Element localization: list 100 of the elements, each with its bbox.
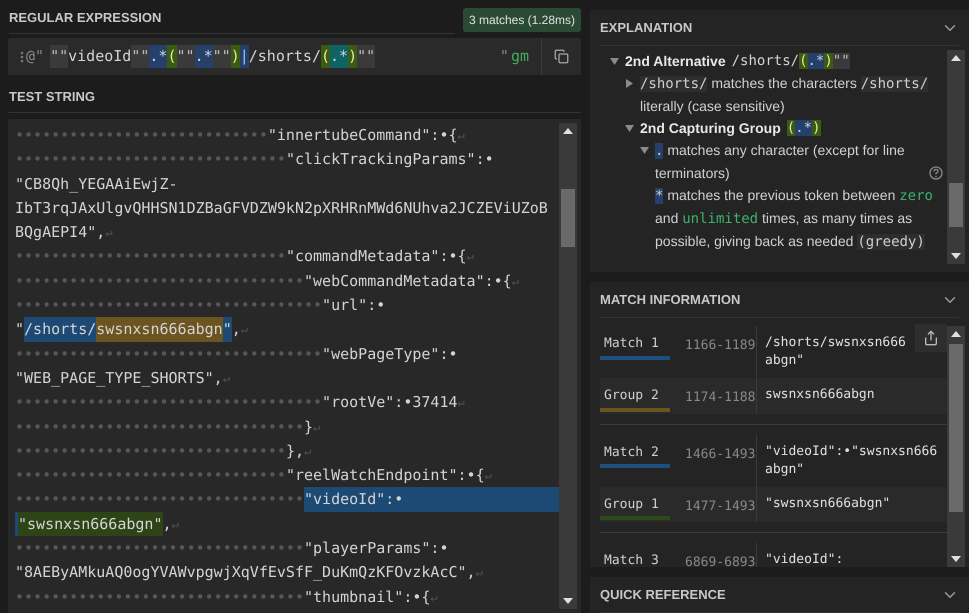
scrollbar-thumb[interactable]: [949, 183, 963, 227]
regex-token: (: [799, 53, 808, 69]
match-label: Match 3: [603, 552, 660, 567]
whitespace-dots: ••••••••••••••••••••••••••••: [15, 125, 268, 146]
code-text: "rootVe":•37414: [322, 392, 458, 414]
group-highlight: swsnxsn666abgn: [96, 317, 223, 342]
code-text: "reelWatchEndpoint":•{: [286, 465, 485, 486]
code-text: }: [304, 416, 314, 438]
line-break-mark: ↵: [466, 248, 474, 266]
line-break-mark: ↵: [458, 394, 465, 412]
code-text: "clickTrackingParams":•: [286, 149, 494, 170]
code-text: "url":•: [322, 295, 386, 316]
code-text: ,: [232, 319, 241, 340]
line-break-mark: ↵: [222, 370, 230, 387]
expand-triangle-icon[interactable]: [625, 79, 634, 88]
code-text: "innertubeCommand":•{: [268, 125, 458, 146]
explanation-heading: 2nd Alternative: [625, 52, 726, 71]
export-button[interactable]: [915, 324, 947, 352]
regex-delimiter: ": [500, 46, 509, 68]
help-icon[interactable]: [929, 166, 943, 180]
section-title: TEST STRING: [9, 88, 95, 106]
test-string-editor[interactable]: [8, 119, 581, 613]
scrollbar[interactable]: [947, 50, 965, 264]
code-text: },: [286, 440, 304, 462]
code-text: "CB8Qh_YEGAAiEwjZ-: [15, 174, 178, 195]
regex-flags[interactable]: gm: [510, 45, 529, 68]
whitespace-dots: ••••••••••••••••••••••••••••••: [15, 465, 286, 486]
regex-token: "": [212, 45, 231, 68]
line-break-mark: ↵: [105, 224, 113, 242]
regex-token: "": [832, 53, 850, 69]
line-break-mark: ↵: [484, 467, 492, 484]
line-break-mark: ↵: [304, 442, 312, 460]
line-break-mark: ↵: [512, 272, 519, 290]
regex-delimiter: @": [26, 46, 44, 68]
scrollbar-thumb[interactable]: [561, 189, 575, 247]
panel-title: EXPLANATION: [600, 18, 692, 37]
scroll-up-arrow-icon[interactable]: [951, 55, 961, 61]
whitespace-dots: ••••••••••••••••••••••••••••••••••: [15, 344, 322, 365]
regex-token: "": [176, 45, 195, 68]
whitespace-dots: ••••••••••••••••••••••••••••••••: [15, 270, 304, 292]
code-text: ": [15, 319, 24, 340]
group-label: Group 2: [603, 387, 660, 405]
match-value: "videoId":: [765, 551, 844, 567]
regex-token: "": [131, 45, 150, 68]
regex-token: ): [812, 120, 820, 136]
scrollbar-thumb[interactable]: [949, 344, 963, 512]
regex-token: videoId: [68, 46, 132, 68]
code-text: "playerParams":•: [304, 538, 448, 560]
code-text: BQgAEPI4",: [15, 222, 106, 244]
regex-token: "": [50, 45, 68, 68]
panel-title: MATCH INFORMATION: [600, 290, 740, 309]
whitespace-dots: ••••••••••••••••••••••••••••••••: [15, 586, 304, 608]
scroll-down-arrow-icon[interactable]: [951, 253, 961, 259]
scroll-up-arrow-icon[interactable]: [951, 331, 961, 337]
collapse-triangle-icon[interactable]: [625, 124, 634, 133]
code-text: "webPageType":•: [322, 344, 458, 365]
match-range: 6869-6893: [684, 554, 756, 567]
copy-icon[interactable]: [554, 49, 569, 64]
match-value: /shorts/swsnxsn666abgn": [765, 334, 907, 370]
line-break-mark: ↵: [430, 588, 438, 606]
whitespace-dots: ••••••••••••••••••••••••••••••••••: [15, 295, 322, 316]
regex-token: /shorts/: [248, 46, 321, 68]
regex-token: ): [824, 53, 833, 69]
line-break-mark: ↵: [458, 127, 465, 144]
code-text: "thumbnail":•{: [304, 586, 430, 608]
regex-input-field[interactable]: @" ""videoId"".*("".*"")|/shorts/(.*)"" "gm: [8, 38, 581, 75]
regex-token: .*: [194, 45, 213, 68]
regex-token: (: [167, 45, 176, 68]
match-value: swsnxsn666abgn: [765, 386, 876, 404]
whitespace-dots: ••••••••••••••••••••••••••••••: [15, 149, 286, 170]
regex-token: (: [786, 120, 796, 136]
line-break-mark: ↵: [240, 321, 248, 338]
collapse-triangle-icon[interactable]: [610, 57, 619, 66]
whitespace-dots: ••••••••••••••••••••••••••••••: [15, 246, 286, 268]
match-range: 1477-1493: [684, 498, 756, 516]
section-title: REGULAR EXPRESSION: [9, 8, 455, 34]
whitespace-dots: ••••••••••••••••••••••••••••••••: [15, 538, 304, 560]
scroll-up-arrow-icon[interactable]: [563, 128, 573, 134]
match-highlight: /shorts/: [24, 317, 96, 342]
match-value: "videoId":•"swsnxsn666abgn": [765, 442, 938, 478]
line-break-mark: ↵: [313, 418, 320, 436]
drag-handle-icon[interactable]: [20, 50, 24, 62]
share-icon[interactable]: [923, 330, 939, 346]
explanation-text: * matches the previous token between zero and unlimited times, as many times as possible, giving back as needed (greedy): [655, 186, 934, 252]
code-text: "WEB_PAGE_TYPE_SHORTS",: [15, 368, 223, 389]
scroll-down-arrow-icon[interactable]: [563, 598, 573, 604]
collapse-triangle-icon[interactable]: [640, 146, 649, 155]
regex-token: ): [348, 45, 358, 68]
scrollbar[interactable]: [947, 326, 965, 567]
regex-token: /shorts/: [732, 53, 800, 69]
regex-token: .*: [330, 45, 348, 68]
scrollbar[interactable]: [559, 123, 577, 609]
match-value: "swsnxsn666abgn": [765, 494, 892, 512]
code-text: "8AEByAMkuAQ0ogYVAWvpgwjXqVfEvSfF_DuKmQzKFOvzkAcC",: [15, 562, 476, 584]
match-range: 1166-1189: [684, 337, 756, 355]
match-highlight: "videoId":•: [304, 487, 404, 512]
scroll-down-arrow-icon[interactable]: [951, 556, 961, 562]
match-label: Match 1: [603, 335, 660, 353]
explanation-heading: 2nd Capturing Group: [640, 119, 781, 138]
explanation-text: /shorts/ matches the characters /shorts/ literally (case sensitive): [640, 74, 930, 116]
